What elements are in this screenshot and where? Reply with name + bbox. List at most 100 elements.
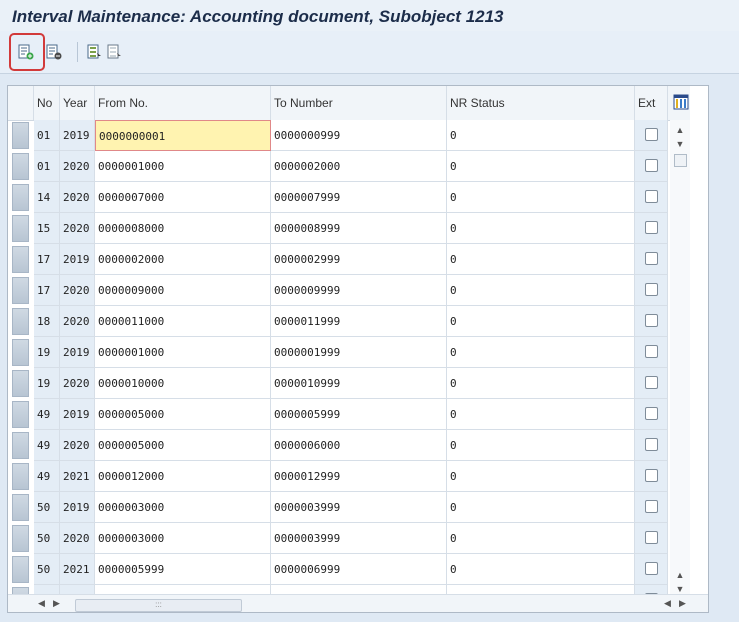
to-number-input[interactable]: 0000010999: [271, 368, 447, 399]
header-to-number[interactable]: To Number: [271, 86, 447, 120]
table-row[interactable]: 49 2020 0000005000 0000006000 0: [8, 430, 668, 461]
scroll-down-bottom-icon[interactable]: ▼: [675, 584, 685, 594]
to-number-input[interactable]: 0000009999: [271, 275, 447, 306]
to-number-input[interactable]: 0000000999: [271, 120, 447, 151]
scroll-left-icon[interactable]: ◀: [38, 598, 45, 609]
table-row[interactable]: 49 2021 0000012000 0000012999 0: [8, 461, 668, 492]
to-number-input[interactable]: 0000003999: [271, 523, 447, 554]
table-row[interactable]: 50 2019 0000003000 0000003999 0: [8, 492, 668, 523]
row-selector[interactable]: [12, 215, 29, 242]
nr-status-input[interactable]: 0: [447, 213, 635, 244]
from-no-input[interactable]: 0000005999: [95, 554, 271, 585]
ext-checkbox[interactable]: [645, 562, 658, 575]
nr-status-input[interactable]: 0: [447, 461, 635, 492]
row-selector[interactable]: [12, 246, 29, 273]
from-no-input[interactable]: 0000010000: [95, 368, 271, 399]
row-selector[interactable]: [12, 370, 29, 397]
scroll-up-icon[interactable]: ▲: [675, 125, 685, 135]
ext-checkbox[interactable]: [645, 345, 658, 358]
from-no-input[interactable]: 0000005000: [95, 430, 271, 461]
from-no-input[interactable]: 0000012000: [95, 461, 271, 492]
scroll-right-right-icon[interactable]: ▶: [679, 598, 686, 609]
horizontal-scroll-thumb[interactable]: :::: [75, 599, 242, 612]
table-row[interactable]: 49 2019 0000005000 0000005999 0: [8, 399, 668, 430]
row-selector[interactable]: [12, 463, 29, 490]
nr-status-input[interactable]: 0: [447, 182, 635, 213]
from-no-input[interactable]: 0000000001: [95, 120, 271, 151]
ext-checkbox[interactable]: [645, 314, 658, 327]
ext-checkbox[interactable]: [645, 190, 658, 203]
from-no-input[interactable]: 0000002000: [95, 244, 271, 275]
table-row[interactable]: 15 2020 0000008000 0000008999 0: [8, 213, 668, 244]
from-no-input[interactable]: 0000008000: [95, 213, 271, 244]
ext-checkbox[interactable]: [645, 283, 658, 296]
table-row[interactable]: 17 2019 0000002000 0000002999 0: [8, 244, 668, 275]
scroll-up-bottom-icon[interactable]: ▲: [675, 570, 685, 580]
to-number-input[interactable]: 0000003999: [271, 492, 447, 523]
to-number-input[interactable]: 0000001999: [271, 337, 447, 368]
header-ext[interactable]: Ext: [635, 86, 668, 120]
vertical-scrollbar[interactable]: ▲ ▼ ▲ ▼: [670, 120, 690, 594]
table-row[interactable]: 50 2020 0000003000 0000003999 0: [8, 523, 668, 554]
from-no-input[interactable]: 0000001000: [95, 337, 271, 368]
ext-checkbox[interactable]: [645, 407, 658, 420]
header-nr-status[interactable]: NR Status: [447, 86, 635, 120]
ext-checkbox[interactable]: [645, 531, 658, 544]
scroll-down-icon[interactable]: ▼: [675, 139, 685, 149]
from-no-input[interactable]: 0000009000: [95, 275, 271, 306]
table-row[interactable]: 50 2021 0000005999 0000006999 0: [8, 554, 668, 585]
horizontal-scrollbar[interactable]: ◀ ▶ ::: ◀ ▶: [8, 594, 708, 612]
to-number-input[interactable]: 0000002999: [271, 244, 447, 275]
row-selector[interactable]: [12, 184, 29, 211]
header-selector[interactable]: [8, 86, 34, 120]
nr-status-input[interactable]: 0: [447, 430, 635, 461]
to-number-input[interactable]: 0000007999: [271, 182, 447, 213]
vertical-scroll-thumb[interactable]: [674, 154, 687, 167]
ext-checkbox[interactable]: [645, 159, 658, 172]
ext-checkbox[interactable]: [645, 500, 658, 513]
from-no-input[interactable]: 0000003000: [95, 523, 271, 554]
from-no-input[interactable]: 0000007000: [95, 182, 271, 213]
to-number-input[interactable]: 0000002000: [271, 151, 447, 182]
table-row[interactable]: 19 2019 0000001000 0000001999 0: [8, 337, 668, 368]
nr-status-input[interactable]: 0: [447, 337, 635, 368]
nr-status-input[interactable]: 0: [447, 368, 635, 399]
to-number-input[interactable]: 0000005999: [271, 399, 447, 430]
from-no-input[interactable]: 0000011000: [95, 306, 271, 337]
nr-status-input[interactable]: 0: [447, 244, 635, 275]
delete-interval-button[interactable]: [43, 41, 65, 63]
scroll-left-right-icon[interactable]: ◀: [664, 598, 671, 609]
row-selector[interactable]: [12, 277, 29, 304]
table-row[interactable]: 01 2020 0000001000 0000002000 0: [8, 151, 668, 182]
row-selector[interactable]: [12, 494, 29, 521]
to-number-input[interactable]: 0000011999: [271, 306, 447, 337]
row-selector[interactable]: [12, 153, 29, 180]
nr-status-input[interactable]: 0: [447, 120, 635, 151]
table-settings-icon[interactable]: [673, 94, 689, 110]
deselect-all-button[interactable]: [103, 41, 125, 63]
from-no-input[interactable]: 0000003000: [95, 492, 271, 523]
row-selector[interactable]: [12, 122, 29, 149]
row-selector[interactable]: [12, 308, 29, 335]
row-selector[interactable]: [12, 339, 29, 366]
nr-status-input[interactable]: 0: [447, 554, 635, 585]
nr-status-input[interactable]: 0: [447, 151, 635, 182]
row-selector[interactable]: [12, 401, 29, 428]
from-no-input[interactable]: 0000005000: [95, 399, 271, 430]
ext-checkbox[interactable]: [645, 252, 658, 265]
ext-checkbox[interactable]: [645, 221, 658, 234]
row-selector[interactable]: [12, 525, 29, 552]
table-row[interactable]: 17 2020 0000009000 0000009999 0: [8, 275, 668, 306]
table-row[interactable]: 18 2020 0000011000 0000011999 0: [8, 306, 668, 337]
ext-checkbox[interactable]: [645, 376, 658, 389]
table-row[interactable]: 01 2019 0000000001 0000000999 0: [8, 120, 668, 151]
scroll-right-icon[interactable]: ▶: [53, 598, 60, 609]
ext-checkbox[interactable]: [645, 438, 658, 451]
nr-status-input[interactable]: 0: [447, 523, 635, 554]
select-all-button[interactable]: [83, 41, 105, 63]
table-row[interactable]: 19 2020 0000010000 0000010999 0: [8, 368, 668, 399]
table-row[interactable]: 14 2020 0000007000 0000007999 0: [8, 182, 668, 213]
to-number-input[interactable]: 0000006999: [271, 554, 447, 585]
ext-checkbox[interactable]: [645, 469, 658, 482]
header-year[interactable]: Year: [60, 86, 95, 120]
